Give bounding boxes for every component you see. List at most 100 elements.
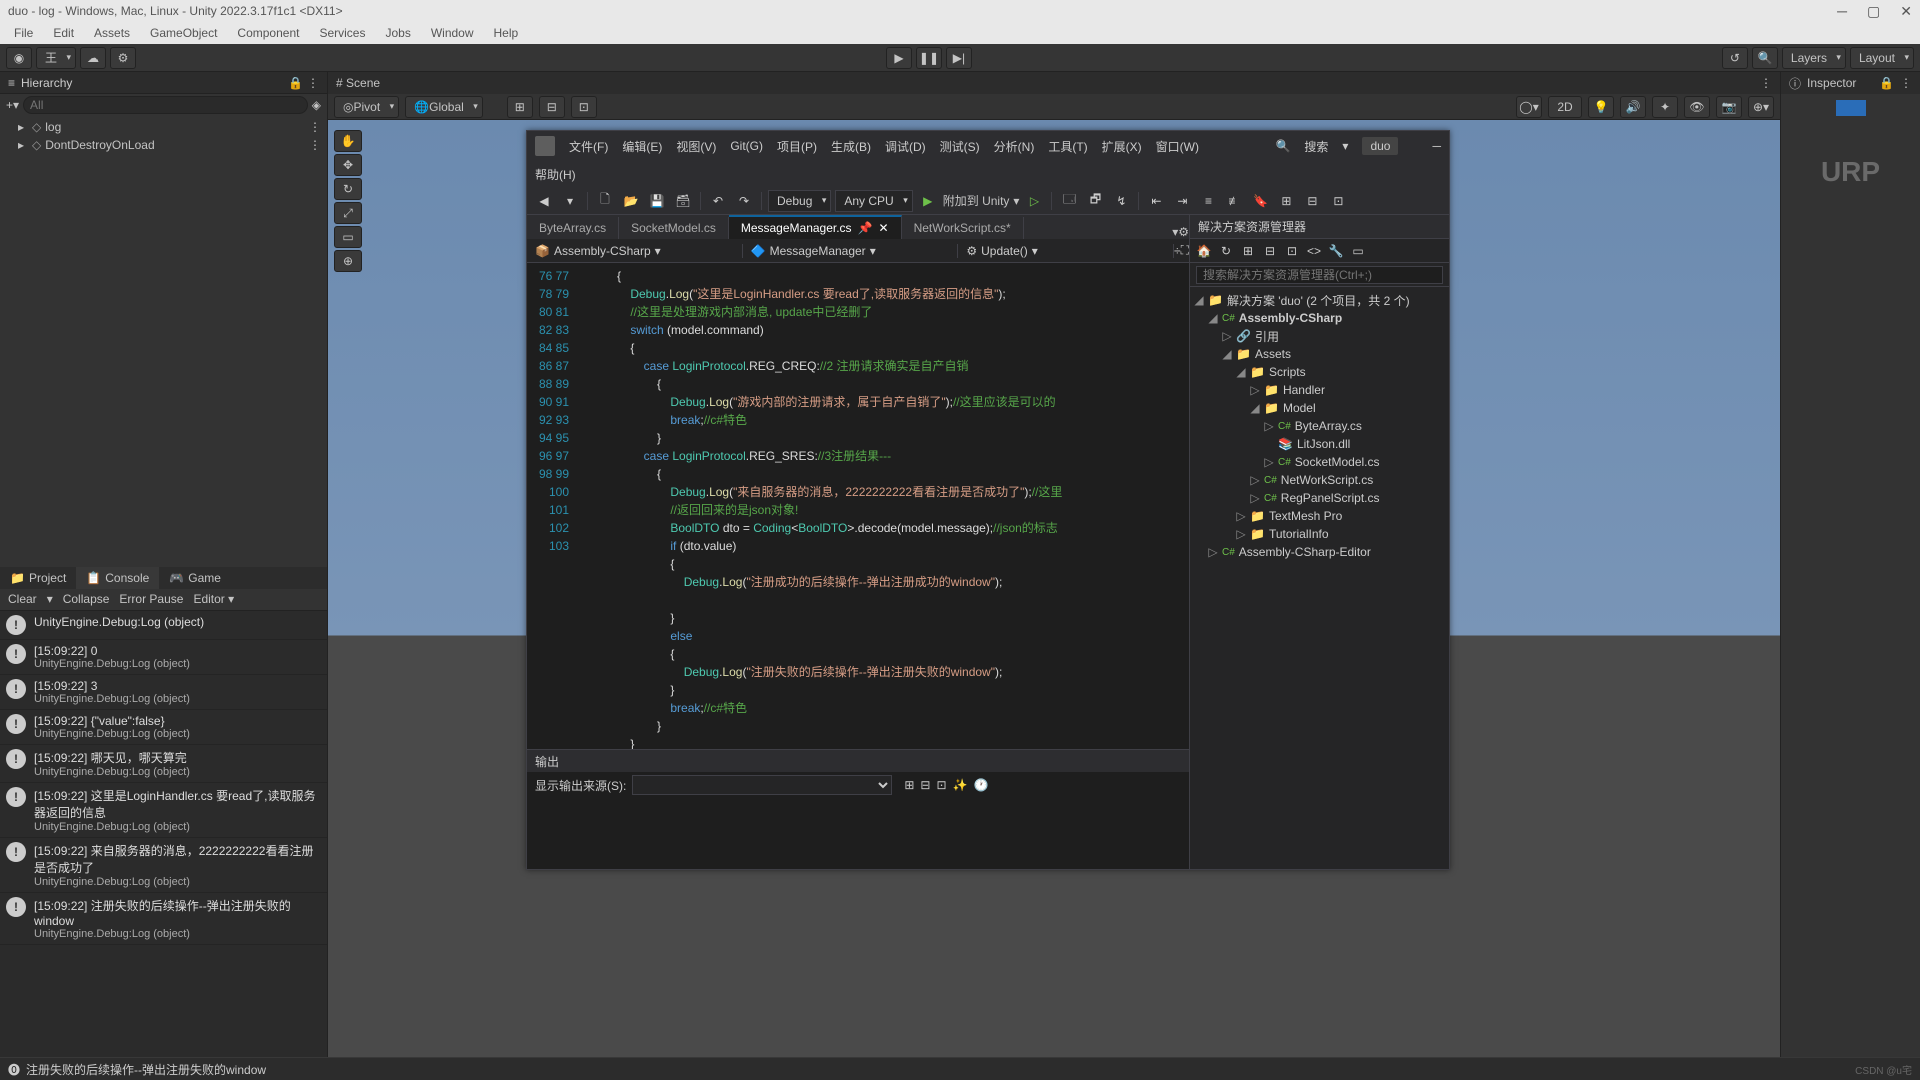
sln-scripts[interactable]: ◢📁 Scripts bbox=[1190, 363, 1449, 381]
inspector-tab[interactable]: ⓘ Inspector 🔒 ⋮ bbox=[1781, 72, 1920, 94]
play-button[interactable]: ▶ bbox=[886, 47, 912, 69]
layout-dropdown[interactable]: Layout bbox=[1850, 47, 1914, 69]
sln-project2[interactable]: ▷C# Assembly-CSharp-Editor bbox=[1190, 543, 1449, 561]
tabs-gear-icon[interactable]: ⚙ bbox=[1178, 225, 1189, 239]
light-icon[interactable]: 💡 bbox=[1588, 96, 1614, 118]
sln-i1-icon[interactable]: ⊞ bbox=[1238, 241, 1258, 261]
menu-component[interactable]: Component bbox=[229, 24, 307, 42]
hierarchy-tab[interactable]: ≡ Hierarchy 🔒 ⋮ bbox=[0, 72, 327, 94]
start-nodebug-icon[interactable]: ▷ bbox=[1023, 190, 1045, 212]
comment-icon[interactable]: ≡ bbox=[1197, 190, 1219, 212]
sln-root[interactable]: ◢📁 解决方案 'duo' (2 个项目，共 2 个) bbox=[1190, 291, 1449, 309]
new-icon[interactable]: 🗋 bbox=[594, 190, 616, 212]
tree-item[interactable]: ▸ ◇ DontDestroyOnLoad ⋮ bbox=[0, 136, 327, 154]
fullscreen-icon[interactable]: ⛶ bbox=[1181, 243, 1189, 258]
out-icon-b[interactable]: ⊟ bbox=[920, 778, 930, 792]
account-icon[interactable]: ◉ bbox=[6, 47, 32, 69]
error-pause-button[interactable]: Error Pause bbox=[119, 592, 183, 606]
expand-icon[interactable]: ▸ bbox=[18, 138, 28, 152]
hand-tool-icon[interactable]: ✋ bbox=[334, 130, 362, 152]
visibility-icon[interactable]: 👁 bbox=[1684, 96, 1710, 118]
game-tab[interactable]: 🎮 Game bbox=[159, 567, 231, 589]
sln-assets[interactable]: ◢📁 Assets bbox=[1190, 345, 1449, 363]
log-row[interactable]: ![15:09:22] 3UnityEngine.Debug:Log (obje… bbox=[0, 675, 327, 710]
collapse-button[interactable]: Collapse bbox=[63, 592, 110, 606]
sln-i4-icon[interactable]: <> bbox=[1304, 241, 1324, 261]
more-icon[interactable]: ⋮ bbox=[309, 138, 321, 152]
menu-help[interactable]: Help bbox=[486, 24, 527, 42]
rect-tool-icon[interactable]: ▭ bbox=[334, 226, 362, 248]
sln-file[interactable]: ▷C# NetWorkScript.cs bbox=[1190, 471, 1449, 489]
console-tab[interactable]: 📋 Console bbox=[76, 567, 159, 589]
uncomment-icon[interactable]: ≢ bbox=[1223, 190, 1245, 212]
move-tool-icon[interactable]: ✥ bbox=[334, 154, 362, 176]
menu-edit[interactable]: Edit bbox=[45, 24, 82, 42]
nav-fwd-icon[interactable]: ▾ bbox=[559, 190, 581, 212]
audio-icon[interactable]: 🔊 bbox=[1620, 96, 1646, 118]
editor-tab[interactable]: ByteArray.cs bbox=[527, 217, 619, 239]
sln-file[interactable]: ▷C# ByteArray.cs bbox=[1190, 417, 1449, 435]
log-row[interactable]: ![15:09:22] 注册失败的后续操作--弹出注册失败的windowUnit… bbox=[0, 893, 327, 945]
sln-model[interactable]: ◢📁 Model bbox=[1190, 399, 1449, 417]
sln-file[interactable]: ▷C# RegPanelScript.cs bbox=[1190, 489, 1449, 507]
redo-icon[interactable]: ↷ bbox=[733, 190, 755, 212]
more-icon[interactable]: ⋮ bbox=[1900, 76, 1912, 90]
sln-ref[interactable]: ▷🔗 引用 bbox=[1190, 327, 1449, 345]
expand-icon[interactable]: ▸ bbox=[18, 120, 28, 134]
open-icon[interactable]: 📂 bbox=[620, 190, 642, 212]
tb-icon-c[interactable]: ↯ bbox=[1110, 190, 1132, 212]
close-icon[interactable]: ✕ bbox=[1900, 3, 1912, 20]
menu-gameobject[interactable]: GameObject bbox=[142, 24, 225, 42]
vs-menu-build[interactable]: 生成(B) bbox=[831, 138, 871, 155]
out-icon-c[interactable]: ⊡ bbox=[936, 778, 946, 792]
tb-icon-b[interactable]: 🗗 bbox=[1084, 190, 1106, 212]
minimize-icon[interactable]: ─ bbox=[1837, 3, 1847, 20]
editor-tab[interactable]: NetWorkScript.cs* bbox=[902, 217, 1024, 239]
cloud-icon[interactable]: ☁ bbox=[80, 47, 106, 69]
console-body[interactable]: !UnityEngine.Debug:Log (object) ![15:09:2… bbox=[0, 611, 327, 1058]
editor-tab-active[interactable]: MessageManager.cs 📌 ✕ bbox=[729, 215, 902, 239]
scene-tab[interactable]: # Scene bbox=[336, 76, 380, 90]
project-tab[interactable]: 📁 Project bbox=[0, 567, 76, 589]
log-row[interactable]: ![15:09:22] 这里是LoginHandler.cs 要read了,读取… bbox=[0, 783, 327, 838]
tb-icon-d[interactable]: ⊞ bbox=[1275, 190, 1297, 212]
lock-icon[interactable]: 🔒 bbox=[1879, 76, 1894, 90]
menu-assets[interactable]: Assets bbox=[86, 24, 138, 42]
vs-menu-git[interactable]: Git(G) bbox=[730, 139, 763, 153]
sln-i2-icon[interactable]: ⊟ bbox=[1260, 241, 1280, 261]
undo-icon[interactable]: ↶ bbox=[707, 190, 729, 212]
editor-dropdown[interactable]: Editor ▾ bbox=[193, 592, 234, 606]
vs-menu-edit[interactable]: 编辑(E) bbox=[622, 138, 662, 155]
transform-tool-icon[interactable]: ⊕ bbox=[334, 250, 362, 272]
pin-icon[interactable]: 📌 bbox=[858, 221, 873, 235]
vs-minimize-icon[interactable]: ─ bbox=[1432, 139, 1441, 153]
editor-tab[interactable]: SocketModel.cs bbox=[619, 217, 729, 239]
output-tab[interactable]: 输出 bbox=[527, 750, 1189, 772]
log-row[interactable]: !UnityEngine.Debug:Log (object) bbox=[0, 611, 327, 640]
bookmark-icon[interactable]: 🔖 bbox=[1249, 190, 1271, 212]
sln-home-icon[interactable]: 🏠 bbox=[1194, 241, 1214, 261]
search-filter-icon[interactable]: ◈ bbox=[312, 98, 321, 112]
sln-sync-icon[interactable]: ↻ bbox=[1216, 241, 1236, 261]
log-row[interactable]: ![15:09:22] 哪天见，哪天算完UnityEngine.Debug:Lo… bbox=[0, 745, 327, 783]
undo-history-icon[interactable]: ↺ bbox=[1722, 47, 1748, 69]
code-area[interactable]: { Debug.Log("这里是LoginHandler.cs 要read了,读… bbox=[577, 263, 1189, 749]
vs-menu-window[interactable]: 窗口(W) bbox=[1156, 138, 1199, 155]
output-src-select[interactable] bbox=[632, 775, 892, 795]
snap2-icon[interactable]: ⊡ bbox=[571, 96, 597, 118]
sln-i3-icon[interactable]: ⊡ bbox=[1282, 241, 1302, 261]
sln-file[interactable]: 📚 LitJson.dll bbox=[1190, 435, 1449, 453]
tb-icon-f[interactable]: ⊡ bbox=[1327, 190, 1349, 212]
out-icon-a[interactable]: ⊞ bbox=[904, 778, 914, 792]
tb-icon-a[interactable]: 🗔 bbox=[1058, 190, 1080, 212]
log-row[interactable]: ![15:09:22] 来自服务器的消息，2222222222看看注册是否成功了… bbox=[0, 838, 327, 893]
lock-icon[interactable]: 🔒 bbox=[288, 76, 303, 90]
sln-tut[interactable]: ▷📁 TutorialInfo bbox=[1190, 525, 1449, 543]
layers-dropdown[interactable]: Layers bbox=[1782, 47, 1846, 69]
more-icon[interactable]: ⋮ bbox=[1760, 76, 1772, 90]
vs-search-icon[interactable]: 🔍 bbox=[1275, 139, 1290, 153]
config-dropdown[interactable]: Debug bbox=[768, 190, 831, 212]
menu-window[interactable]: Window bbox=[423, 24, 482, 42]
save-icon[interactable]: 💾 bbox=[646, 190, 668, 212]
crumb-class[interactable]: 🔷 MessageManager ▾ bbox=[743, 244, 959, 258]
